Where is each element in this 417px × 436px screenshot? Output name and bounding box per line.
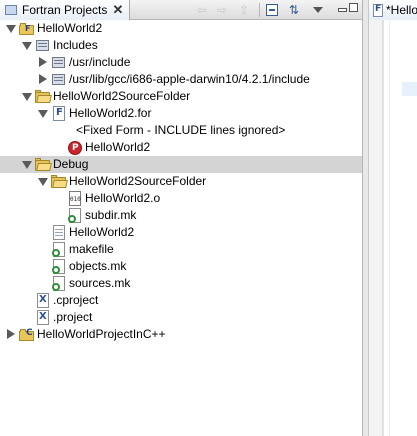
tree-item-label: subdir.mk (85, 208, 137, 222)
tree-item-label: HelloWorld2 (69, 225, 135, 239)
editor-area: *HelloWorld2.for (369, 0, 417, 436)
tree-item[interactable]: 010 HelloWorld2.o (0, 190, 362, 207)
tree-item[interactable]: Debug (0, 156, 362, 173)
folder-icon (51, 174, 68, 189)
tree-item-label: HelloWorld2SourceFolder (53, 89, 191, 103)
fortran-projects-icon (4, 4, 18, 16)
tree-item[interactable]: C HelloWorldProjectInC++ (0, 326, 362, 343)
program-icon: P (67, 140, 83, 155)
editor-text-area[interactable] (389, 20, 390, 436)
collapsed-arrow-icon[interactable] (39, 74, 47, 84)
editor-gutter (369, 20, 383, 436)
back-button-icon[interactable]: ⇦ (194, 2, 210, 18)
current-line-highlight (402, 82, 417, 96)
tree-item-label: HelloWorld2 (37, 21, 103, 35)
editor-ruler (383, 20, 384, 436)
tree-item[interactable]: makefile (0, 241, 362, 258)
close-icon[interactable]: ✕ (111, 3, 125, 17)
expanded-arrow-icon[interactable] (38, 178, 48, 186)
include-library-icon (51, 72, 67, 87)
xml-file-icon: X (35, 293, 51, 308)
fortran-projects-tab[interactable]: Fortran Projects ✕ (0, 0, 130, 20)
editor-header: *HelloWorld2.for (369, 0, 417, 20)
tree-item[interactable]: F HelloWorld2.for (0, 105, 362, 122)
minimize-icon[interactable] (338, 8, 347, 12)
xml-file-icon: X (35, 310, 51, 325)
tree-item-label: /usr/include (69, 55, 131, 69)
editor-tab-label: *HelloWorld2.for (386, 3, 417, 17)
up-button-icon[interactable]: ⇧ (236, 2, 252, 18)
fortran-file-icon (373, 3, 383, 17)
tree-item[interactable]: objects.mk (0, 258, 362, 275)
window-controls (338, 3, 358, 16)
tree-item[interactable]: sources.mk (0, 275, 362, 292)
tree-item-label: Includes (53, 38, 98, 52)
tree-item-label: HelloWorld2.o (85, 191, 161, 205)
tree-item-label: /usr/lib/gcc/i686-apple-darwin10/4.2.1/i… (69, 72, 310, 86)
expanded-arrow-icon[interactable] (22, 93, 32, 101)
collapsed-arrow-icon[interactable] (39, 57, 47, 67)
tree-item-label: .project (53, 310, 93, 324)
tree-item[interactable]: HelloWorld2SourceFolder (0, 173, 362, 190)
tree-item[interactable]: HelloWorld2 (0, 224, 362, 241)
tree-item[interactable]: /usr/lib/gcc/i686-apple-darwin10/4.2.1/i… (0, 71, 362, 88)
collapsed-arrow-icon[interactable] (7, 329, 15, 339)
include-library-icon (51, 55, 67, 70)
tree-item[interactable]: X .project (0, 309, 362, 326)
include-library-icon (35, 38, 51, 53)
tree-item[interactable]: F HelloWorld2 (0, 20, 362, 37)
tree-item-label: .cproject (53, 293, 99, 307)
folder-icon (35, 89, 52, 104)
tree-item-label: sources.mk (69, 276, 131, 290)
expanded-arrow-icon[interactable] (22, 42, 32, 50)
tree-item-label: Debug (53, 157, 89, 171)
collapse-all-icon[interactable] (264, 2, 280, 18)
makefile-icon (51, 276, 67, 291)
view-title: Fortran Projects (22, 3, 108, 17)
c-project-icon: C (19, 327, 35, 342)
view-header: Fortran Projects ✕ ⇦ ⇨ ⇧ ⇅ (0, 0, 362, 20)
project-tree: F HelloWorld2 Includes/usr/include/usr/lib… (0, 20, 362, 343)
executable-icon (51, 225, 67, 240)
tree-item[interactable]: X .cproject (0, 292, 362, 309)
tree-item[interactable]: HelloWorld2SourceFolder (0, 88, 362, 105)
tree-item[interactable]: <Fixed Form - INCLUDE lines ignored> (0, 122, 362, 139)
tree-item[interactable]: P HelloWorld2 (0, 139, 362, 156)
maximize-icon[interactable] (349, 3, 358, 12)
fortran-file-icon: F (51, 106, 67, 121)
tree-item-label: HelloWorldProjectInC++ (37, 327, 166, 341)
tree-item-label: HelloWorld2SourceFolder (69, 174, 207, 188)
tree-item[interactable]: Includes (0, 37, 362, 54)
tree-item[interactable]: /usr/include (0, 54, 362, 71)
tree-item-label: HelloWorld2 (85, 140, 151, 154)
makefile-icon (51, 259, 67, 274)
toolbar-separator (259, 3, 260, 17)
tree-item[interactable]: subdir.mk (0, 207, 362, 224)
folder-icon (35, 157, 52, 172)
editor-tab[interactable]: *HelloWorld2.for (369, 0, 417, 20)
expanded-arrow-icon[interactable] (22, 161, 32, 169)
tree-item-label: HelloWorld2.for (69, 106, 152, 120)
tree-item-label: makefile (69, 242, 114, 256)
expanded-arrow-icon[interactable] (6, 25, 16, 33)
forward-button-icon[interactable]: ⇨ (214, 2, 230, 18)
tree-item-label: <Fixed Form - INCLUDE lines ignored> (76, 123, 286, 137)
view-menu-icon[interactable] (310, 2, 326, 18)
fortran-projects-view: Fortran Projects ✕ ⇦ ⇨ ⇧ ⇅ F HelloWorld2 I… (0, 0, 362, 436)
expanded-arrow-icon[interactable] (38, 110, 48, 118)
tree-item-label: objects.mk (69, 259, 127, 273)
fortran-project-icon: F (19, 21, 35, 36)
view-sash[interactable] (362, 0, 369, 436)
makefile-icon (51, 242, 67, 257)
object-file-icon: 010 (67, 191, 83, 206)
link-with-editor-icon[interactable]: ⇅ (286, 2, 302, 18)
makefile-icon (67, 208, 83, 223)
